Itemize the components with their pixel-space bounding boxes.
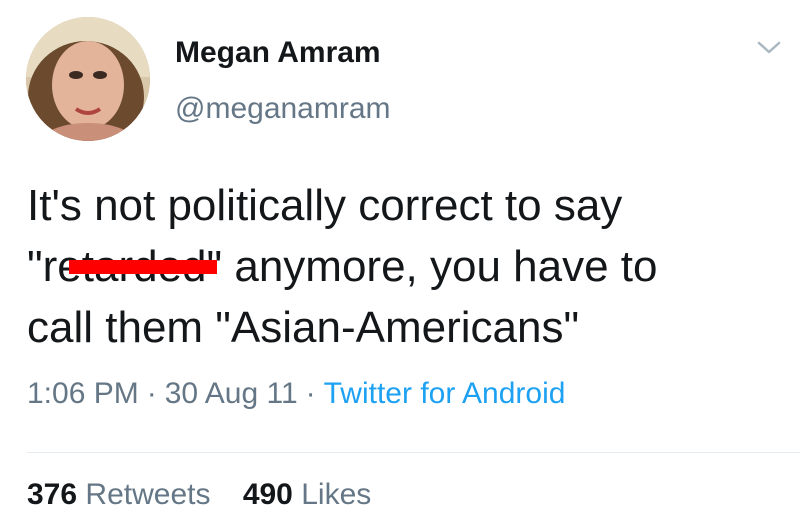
- profile-photo: [26, 17, 150, 141]
- censor-bar: [69, 260, 218, 274]
- tweet-time[interactable]: 1:06 PM: [27, 377, 139, 410]
- avatar[interactable]: [26, 17, 150, 141]
- retweets-count: 376: [27, 478, 78, 511]
- retweets-label: Retweets: [85, 478, 211, 511]
- tweet-text: It's not politically correct to say "ret…: [27, 175, 787, 358]
- divider: [27, 452, 800, 453]
- likes-count: 490: [242, 478, 293, 511]
- retweets-stat[interactable]: 376 Retweets: [27, 478, 210, 511]
- tweet-card: Megan Amram @meganamram It's not politic…: [0, 0, 800, 528]
- tweet-text-line-1: It's not politically correct to say: [27, 181, 623, 230]
- user-handle[interactable]: @meganamram: [175, 92, 391, 126]
- tweet-text-line-3: call them "Asian-Americans": [27, 303, 580, 352]
- tweet-stats: 376 Retweets 490 Likes: [27, 478, 395, 512]
- meta-separator: ·: [146, 377, 157, 410]
- tweet-text-line-2-rest: d" anymore, you have to: [182, 242, 658, 291]
- quote-open: "r: [27, 242, 58, 291]
- chevron-down-icon[interactable]: [756, 38, 782, 58]
- tweet-source-link[interactable]: Twitter for Android: [324, 377, 566, 410]
- tweet-text-line-2: "retarded" anymore, you have to: [27, 236, 787, 297]
- tweet-meta: 1:06 PM · 30 Aug 11 · Twitter for Android: [27, 377, 565, 411]
- tweet-date[interactable]: 30 Aug 11: [165, 377, 298, 410]
- display-name[interactable]: Megan Amram: [175, 36, 381, 70]
- censored-word: etarde: [57, 236, 218, 297]
- likes-label: Likes: [301, 478, 372, 511]
- meta-separator: ·: [305, 377, 316, 410]
- likes-stat[interactable]: 490 Likes: [243, 478, 371, 511]
